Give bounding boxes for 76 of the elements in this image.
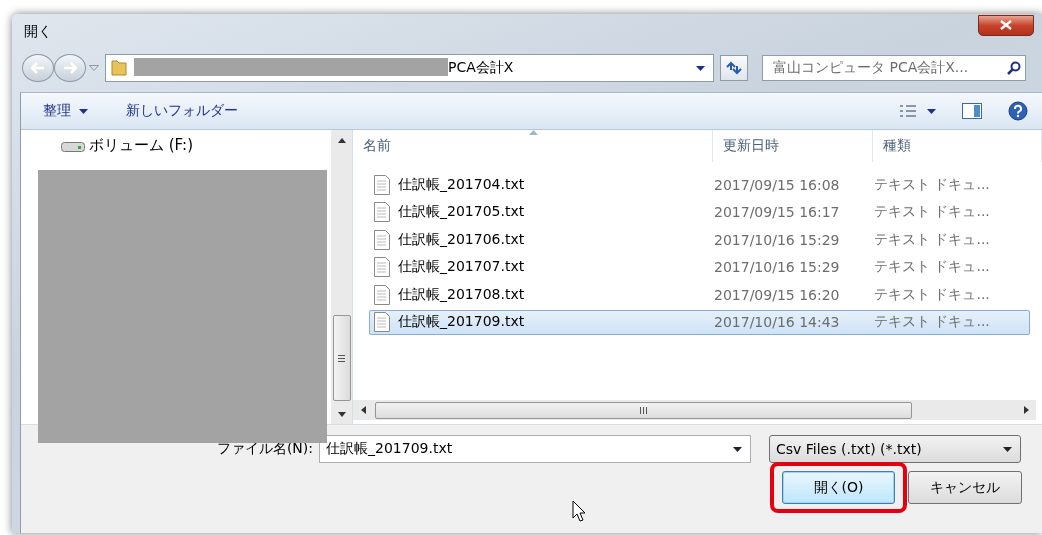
arrow-left-icon: [31, 62, 45, 74]
caret-icon: [79, 108, 88, 114]
file-name: 仕訳帳_201708.txt: [398, 285, 525, 304]
scroll-right-icon: [1023, 406, 1029, 414]
scroll-left-icon: [360, 406, 366, 414]
document-icon: [374, 202, 390, 223]
column-header[interactable]: 更新日時: [713, 130, 873, 162]
column-header[interactable]: 名前: [353, 130, 713, 162]
scroll-up-icon: [337, 137, 346, 143]
file-row[interactable]: 仕訳帳_201709.txt 2017/10/16 14:43 テキスト ドキュ...: [369, 309, 1030, 335]
scroll-thumb[interactable]: [332, 315, 351, 401]
caret-icon: [696, 65, 705, 71]
caret-icon: [733, 446, 742, 452]
modified-date: 2017/10/16 14:43: [714, 314, 841, 331]
search-field[interactable]: 富山コンピュータ PCA会計X...: [762, 55, 1026, 81]
document-icon: [374, 229, 390, 250]
close-icon: [1000, 20, 1012, 30]
file-type: テキスト ドキュ...: [874, 175, 991, 194]
preview-pane-icon[interactable]: [962, 103, 982, 119]
document-icon: [374, 312, 390, 333]
nav-item[interactable]: ボリューム (F:): [61, 136, 331, 155]
refresh-button[interactable]: [720, 55, 748, 81]
file-row[interactable]: 仕訳帳_201704.txt 2017/09/15 16:08 テキスト ドキュ...: [369, 172, 1030, 197]
file-name: 仕訳帳_201706.txt: [398, 230, 525, 249]
file-row[interactable]: 仕訳帳_201708.txt 2017/09/15 16:20 テキスト ドキュ...: [369, 282, 1030, 308]
grip-icon: [338, 354, 345, 362]
modified-date: 2017/09/15 16:17: [714, 204, 841, 221]
back-button[interactable]: [22, 54, 54, 82]
file-type: テキスト ドキュ...: [874, 313, 991, 332]
drive-icon: [61, 139, 85, 152]
file-name: 仕訳帳_201707.txt: [398, 258, 525, 277]
file-name: 仕訳帳_201704.txt: [398, 175, 525, 194]
window-title: 開く: [24, 23, 52, 41]
vertical-scrollbar[interactable]: [331, 130, 353, 424]
close-button[interactable]: [978, 14, 1034, 36]
sort-arrow-icon: [528, 130, 538, 135]
grip-icon: [640, 406, 647, 414]
file-name: 仕訳帳_201705.txt: [398, 203, 525, 222]
arrow-right-icon: [63, 62, 77, 74]
open-button[interactable]: 開く(O): [782, 471, 895, 504]
address-bar[interactable]: PCA会計X: [105, 54, 714, 82]
modified-date: 2017/10/16 15:29: [714, 231, 841, 248]
file-type: テキスト ドキュ...: [874, 203, 991, 222]
column-header[interactable]: 種類: [873, 130, 1042, 162]
document-icon: [374, 174, 390, 195]
document-icon: [374, 284, 390, 305]
file-type: テキスト ドキュ...: [874, 230, 991, 249]
folder-icon: [111, 58, 127, 76]
file-name-field[interactable]: 仕訳帳_201709.txt: [319, 435, 751, 463]
caret-icon: [1003, 446, 1012, 452]
view-list-icon[interactable]: [899, 104, 917, 118]
caret-icon: [927, 108, 936, 114]
new-folder-button[interactable]: 新しいフォルダー: [126, 102, 238, 120]
modified-date: 2017/10/16 15:29: [714, 259, 841, 276]
file-name: 仕訳帳_201709.txt: [398, 313, 525, 332]
horizontal-scrollbar[interactable]: [353, 400, 1036, 420]
organize-button[interactable]: 整理: [43, 102, 88, 120]
modified-date: 2017/09/15 16:20: [714, 286, 841, 303]
file-name-label: ファイル名(N):: [215, 440, 314, 458]
search-icon: [1007, 61, 1021, 75]
forward-button[interactable]: [54, 54, 86, 82]
file-row[interactable]: 仕訳帳_201707.txt 2017/10/16 15:29 テキスト ドキュ...: [369, 254, 1030, 280]
file-type: テキスト ドキュ...: [874, 258, 991, 277]
file-type: テキスト ドキュ...: [874, 285, 991, 304]
file-row[interactable]: 仕訳帳_201706.txt 2017/10/16 15:29 テキスト ドキュ...: [369, 227, 1030, 253]
scroll-thumb[interactable]: [375, 401, 912, 419]
document-icon: [374, 257, 390, 278]
file-type-dropdown[interactable]: Csv Files (.txt) (*.txt): [769, 435, 1021, 463]
mouse-cursor-icon: [572, 500, 586, 522]
help-icon[interactable]: [1008, 101, 1028, 121]
cancel-button[interactable]: キャンセル: [908, 471, 1022, 504]
modified-date: 2017/09/15 16:08: [714, 176, 841, 193]
history-caret-icon[interactable]: [89, 65, 99, 71]
file-row[interactable]: 仕訳帳_201705.txt 2017/09/15 16:17 テキスト ドキュ...: [369, 199, 1030, 225]
refresh-icon: [726, 61, 742, 75]
scroll-down-icon: [337, 411, 346, 417]
